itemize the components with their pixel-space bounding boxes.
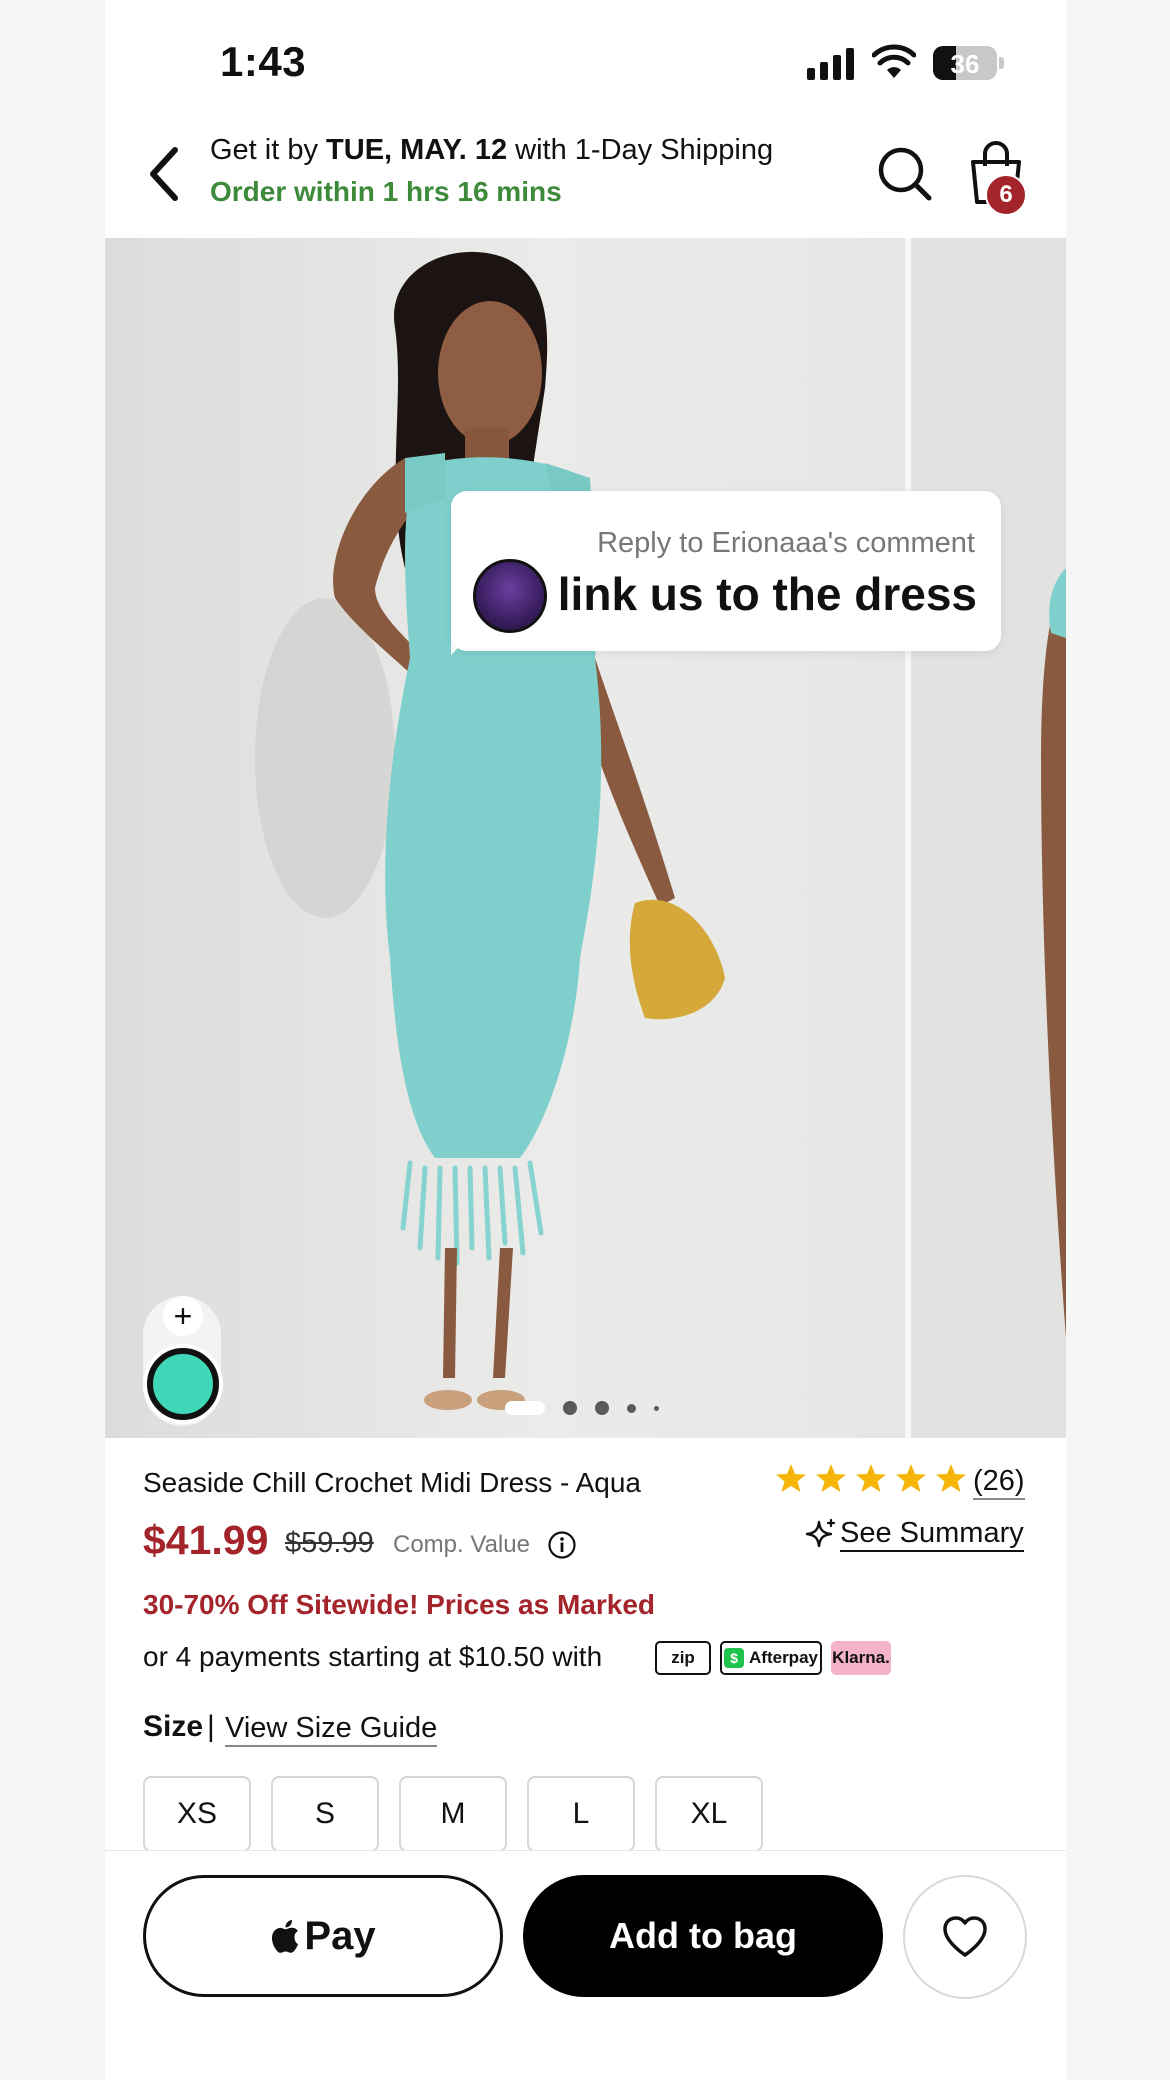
promo-banner: 30-70% Off Sitewide! Prices as Marked (143, 1589, 655, 1620)
battery-tip (999, 57, 1004, 69)
add-to-bag-button[interactable]: Add to bag (523, 1875, 883, 1997)
commenter-avatar (473, 559, 547, 633)
apple-logo-icon (272, 1920, 299, 1953)
pagination-dot[interactable] (595, 1401, 609, 1415)
size-guide-link[interactable]: View Size Guide (225, 1712, 438, 1747)
size-option-m[interactable]: M (399, 1776, 507, 1852)
wifi-icon (872, 44, 916, 78)
zip-logo[interactable]: zip (655, 1641, 711, 1675)
shipping-header: Get it by TUE, MAY. 12 with 1-Day Shippi… (105, 120, 1066, 238)
product-photo[interactable] (105, 238, 905, 1438)
size-separator: | (207, 1710, 215, 1743)
size-option-xl[interactable]: XL (655, 1776, 763, 1852)
product-page: 1:43 36 Get it by TUE, MAY. 12 with 1-Da… (105, 0, 1066, 2080)
reply-comment-sticker: Reply to Erionaaa's comment link us to t… (451, 491, 1001, 651)
apple-pay-label: Pay (304, 1913, 376, 1958)
size-option-s[interactable]: S (271, 1776, 379, 1852)
wishlist-button[interactable] (903, 1875, 1027, 1999)
star-icon (816, 1464, 846, 1492)
size-option-l[interactable]: L (527, 1776, 635, 1852)
reply-to-label: Reply to Erionaaa's comment (597, 527, 975, 559)
star-icon (776, 1464, 806, 1492)
color-swatch-aqua[interactable] (147, 1348, 219, 1420)
size-option-xs[interactable]: XS (143, 1776, 251, 1852)
afterpay-logo[interactable]: $ Afterpay (720, 1641, 822, 1675)
chevron-left-icon (150, 147, 178, 201)
gallery-pagination (505, 1400, 659, 1416)
pagination-dot[interactable] (627, 1403, 636, 1413)
afterpay-icon: $ (724, 1648, 745, 1668)
more-colors-button[interactable]: + (163, 1296, 203, 1336)
pagination-dot[interactable] (505, 1401, 545, 1415)
comp-value-label: Comp. Value (393, 1531, 530, 1558)
shipping-date: TUE, MAY. 12 (326, 134, 508, 166)
apple-pay-button[interactable]: Pay (143, 1875, 503, 1997)
star-rating[interactable] (775, 1462, 967, 1494)
product-title: Seaside Chill Crochet Midi Dress - Aqua (143, 1467, 641, 1498)
shipping-estimate: Get it by TUE, MAY. 12 with 1-Day Shippi… (210, 134, 774, 166)
sale-price: $41.99 (143, 1517, 269, 1563)
star-icon (936, 1464, 966, 1492)
original-price: $59.99 (285, 1527, 374, 1559)
comment-text: link us to the dress (557, 568, 977, 620)
status-time: 1:43 (220, 38, 307, 85)
bottom-action-bar: Pay Add to bag (105, 1850, 1066, 2080)
star-icon (856, 1464, 886, 1492)
status-bar: 1:43 36 (105, 0, 1066, 120)
search-icon (878, 147, 932, 201)
next-photo-preview (1041, 568, 1066, 1338)
cart-count-badge: 6 (985, 174, 1027, 216)
search-button[interactable] (875, 142, 935, 206)
next-product-photo[interactable] (911, 238, 1066, 1438)
size-label: Size (143, 1710, 204, 1743)
signal-icon (807, 48, 855, 80)
back-button[interactable] (137, 142, 191, 206)
sparkle-icon (805, 1518, 836, 1548)
order-countdown: Order within 1 hrs 16 mins (210, 176, 562, 207)
product-image-gallery[interactable]: Reply to Erionaaa's comment link us to t… (105, 238, 1066, 1438)
info-icon[interactable] (547, 1530, 577, 1560)
see-summary-link[interactable]: See Summary (840, 1517, 1024, 1552)
battery-level: 36 (950, 49, 980, 79)
size-selector: XS S M L XL (143, 1776, 763, 1852)
plus-icon: + (173, 1297, 193, 1334)
installments-text: or 4 payments starting at $10.50 with (143, 1641, 603, 1672)
review-count-link[interactable]: (26) (973, 1465, 1025, 1500)
klarna-logo[interactable]: Klarna. (831, 1641, 891, 1675)
battery-icon: 36 (933, 46, 997, 80)
pagination-dot[interactable] (654, 1405, 659, 1411)
heart-icon (943, 1916, 987, 1957)
pagination-dot[interactable] (563, 1401, 577, 1415)
model-illustration (255, 251, 725, 1410)
star-icon (896, 1464, 926, 1492)
